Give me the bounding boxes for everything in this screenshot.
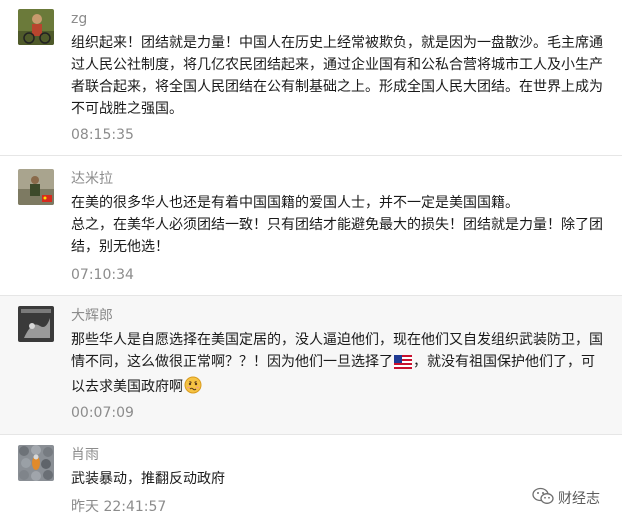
brand-watermark: 财经志 [532, 487, 600, 509]
comment-item: 大辉郎 那些华人是自愿选择在美国定居的，没人逼迫他们，现在他们又自发组织武装防卫… [0, 296, 622, 434]
comment-author[interactable]: 肖雨 [71, 446, 99, 464]
comment-text: 那些华人是自愿选择在美国定居的，没人逼迫他们，现在他们又自发组织武装防卫，国情不… [71, 329, 606, 401]
avatar[interactable] [18, 445, 54, 481]
comment-time: 08:15:35 [71, 127, 134, 143]
avatar[interactable] [18, 306, 54, 342]
comment-time: 昨天 22:41:57 [71, 499, 167, 515]
comment-item: 肖雨 武装暴动，推翻反动政府 昨天 22:41:57 [0, 435, 622, 523]
comment-time: 00:07:09 [71, 405, 134, 421]
anxious-face-emoji-icon [184, 376, 202, 401]
avatar[interactable] [18, 169, 54, 205]
us-flag-emoji-icon [394, 354, 412, 376]
wechat-icon [532, 487, 554, 509]
comment-author[interactable]: zg [71, 10, 87, 28]
comment-text: 武装暴动，推翻反动政府 [71, 471, 225, 487]
comment-author[interactable]: 大辉郎 [71, 307, 113, 325]
comment-item: 达米拉 在美的很多华人也还是有着中国国籍的爱国人士，并不一定是美国国籍。 总之，… [0, 156, 622, 295]
comment-text: 在美的很多华人也还是有着中国国籍的爱国人士，并不一定是美国国籍。 总之，在美华人… [71, 195, 603, 255]
comment-author[interactable]: 达米拉 [71, 170, 113, 188]
comment-time: 07:10:34 [71, 267, 134, 283]
avatar[interactable] [18, 9, 54, 45]
comment-text: 组织起来！团结就是力量！中国人在历史上经常被欺负，就是因为一盘散沙。毛主席通过人… [71, 35, 603, 117]
comment-item: zg 组织起来！团结就是力量！中国人在历史上经常被欺负，就是因为一盘散沙。毛主席… [0, 0, 622, 155]
brand-label: 财经志 [558, 491, 600, 507]
